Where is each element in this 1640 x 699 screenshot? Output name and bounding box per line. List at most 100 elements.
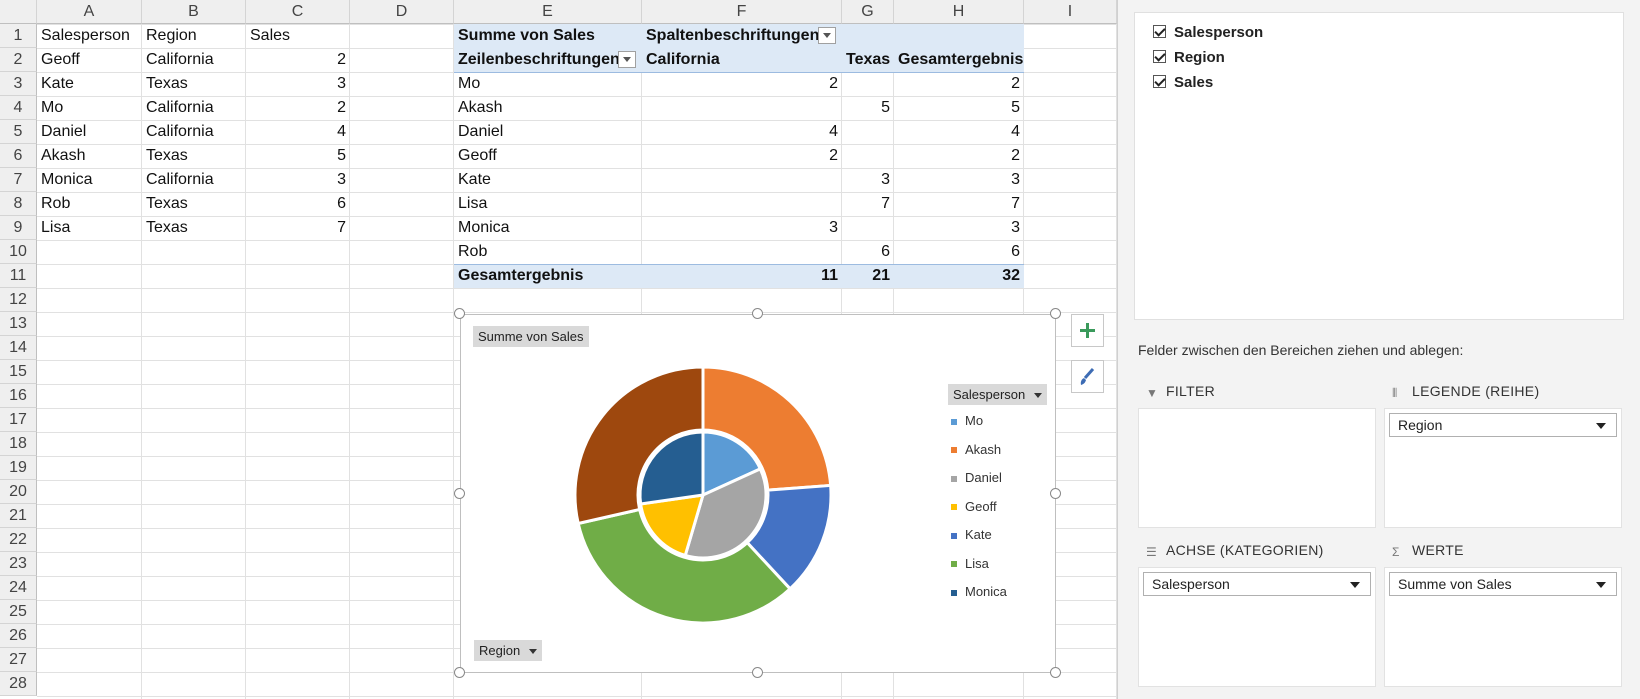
source-data-cell[interactable]: Geoff — [37, 48, 142, 72]
pivot-grand-total-cell[interactable]: 11 — [642, 264, 842, 288]
resize-handle[interactable] — [1050, 667, 1061, 678]
source-data-cell[interactable]: California — [142, 48, 246, 72]
source-data-cell[interactable]: 2 — [246, 48, 350, 72]
resize-handle[interactable] — [454, 667, 465, 678]
row-header-14[interactable]: 14 — [0, 336, 37, 360]
row-header-6[interactable]: 6 — [0, 144, 37, 168]
pivot-row-label[interactable]: Lisa — [454, 192, 642, 216]
column-header-f[interactable]: F — [642, 0, 842, 24]
resize-handle[interactable] — [1050, 487, 1061, 499]
axis-field-button[interactable]: Region — [474, 640, 543, 661]
axis-drop-zone[interactable]: Salesperson — [1138, 567, 1376, 687]
row-header-21[interactable]: 21 — [0, 504, 37, 528]
source-data-cell[interactable]: 6 — [246, 192, 350, 216]
source-data-cell[interactable]: Texas — [142, 216, 246, 240]
resize-handle[interactable] — [752, 308, 763, 319]
pivot-value-cell[interactable] — [842, 216, 894, 240]
values-drop-zone[interactable]: Summe von Sales — [1384, 567, 1622, 687]
pivot-grand-total-label[interactable]: Gesamtergebnis — [454, 264, 642, 288]
pivot-chart[interactable]: Summe von Sales Salesperson Mo Akash Danie… — [460, 314, 1056, 673]
row-header-23[interactable]: 23 — [0, 552, 37, 576]
row-header-17[interactable]: 17 — [0, 408, 37, 432]
source-data-cell[interactable]: Daniel — [37, 120, 142, 144]
column-filter-button[interactable] — [818, 27, 836, 44]
column-header-i[interactable]: I — [1024, 0, 1117, 24]
pivot-value-cell[interactable] — [842, 72, 894, 96]
source-data-cell[interactable]: Texas — [142, 72, 246, 96]
source-data-cell[interactable]: 4 — [246, 120, 350, 144]
chart-elements-button[interactable] — [1071, 314, 1104, 347]
row-header-18[interactable]: 18 — [0, 432, 37, 456]
row-header-10[interactable]: 10 — [0, 240, 37, 264]
source-data-cell[interactable]: 3 — [246, 72, 350, 96]
row-header-28[interactable]: 28 — [0, 672, 37, 696]
pivot-value-cell[interactable]: 7 — [842, 192, 894, 216]
row-header-19[interactable]: 19 — [0, 456, 37, 480]
pivot-value-cell[interactable]: 2 — [642, 72, 842, 96]
pivot-row-label[interactable]: Akash — [454, 96, 642, 120]
pivot-value-cell[interactable]: 5 — [894, 96, 1024, 120]
pivot-col-texas[interactable]: Texas — [842, 48, 894, 72]
pivot-value-cell[interactable]: 2 — [894, 72, 1024, 96]
row-header-25[interactable]: 25 — [0, 600, 37, 624]
row-header-24[interactable]: 24 — [0, 576, 37, 600]
pivot-row-label[interactable]: Geoff — [454, 144, 642, 168]
pivot-grand-total-cell[interactable]: 32 — [894, 264, 1024, 288]
checkbox-checked-icon[interactable] — [1153, 50, 1166, 63]
pivot-row-labels[interactable]: Zeilenbeschriftungen — [454, 48, 642, 72]
source-data-cell[interactable]: California — [142, 120, 246, 144]
values-sum-field[interactable]: Summe von Sales — [1389, 572, 1617, 596]
source-data-cell[interactable]: Monica — [37, 168, 142, 192]
row-header-27[interactable]: 27 — [0, 648, 37, 672]
row-header-3[interactable]: 3 — [0, 72, 37, 96]
field-sales[interactable]: Sales — [1153, 73, 1213, 93]
pivot-value-cell[interactable]: 7 — [894, 192, 1024, 216]
pivot-value-cell[interactable]: 5 — [842, 96, 894, 120]
resize-handle[interactable] — [454, 308, 465, 319]
pivot-value-cell[interactable] — [842, 120, 894, 144]
row-header-5[interactable]: 5 — [0, 120, 37, 144]
pivot-value-cell[interactable]: 2 — [894, 144, 1024, 168]
row-header-22[interactable]: 22 — [0, 528, 37, 552]
checkbox-checked-icon[interactable] — [1153, 25, 1166, 38]
source-data-cell[interactable]: 2 — [246, 96, 350, 120]
row-header-2[interactable]: 2 — [0, 48, 37, 72]
row-filter-button[interactable] — [618, 51, 636, 68]
pivot-value-cell[interactable]: 3 — [894, 168, 1024, 192]
column-header-a[interactable]: A — [37, 0, 142, 24]
source-data-cell[interactable]: Mo — [37, 96, 142, 120]
row-header-16[interactable]: 16 — [0, 384, 37, 408]
pivot-grand-total-cell[interactable]: 21 — [842, 264, 894, 288]
chart-styles-button[interactable] — [1071, 360, 1104, 393]
source-data-cell[interactable]: Texas — [142, 192, 246, 216]
pivot-col-total[interactable]: Gesamtergebnis — [894, 48, 1024, 72]
pivot-value-cell[interactable]: 4 — [642, 120, 842, 144]
row-header-4[interactable]: 4 — [0, 96, 37, 120]
source-data-cell[interactable]: California — [142, 96, 246, 120]
column-header-d[interactable]: D — [350, 0, 454, 24]
pivot-value-cell[interactable]: 3 — [842, 168, 894, 192]
spreadsheet[interactable]: A B C D E F G H I 1 2 3 4 5 6 7 8 9 10 11 12 13 14 15 16 17 18 19 20… — [0, 0, 1117, 699]
filter-drop-zone[interactable] — [1138, 408, 1376, 528]
row-header-12[interactable]: 12 — [0, 288, 37, 312]
row-header-1[interactable]: 1 — [0, 24, 37, 48]
source-data-cell[interactable]: Lisa — [37, 216, 142, 240]
legend-region-field[interactable]: Region — [1389, 413, 1617, 437]
pivot-value-cell[interactable]: 6 — [894, 240, 1024, 264]
source-data-cell[interactable]: Kate — [37, 72, 142, 96]
resize-handle[interactable] — [1050, 308, 1061, 319]
pivot-row-label[interactable]: Daniel — [454, 120, 642, 144]
source-data-cell[interactable]: 3 — [246, 168, 350, 192]
column-header-h[interactable]: H — [894, 0, 1024, 24]
source-data-cell[interactable]: 5 — [246, 144, 350, 168]
row-header-26[interactable]: 26 — [0, 624, 37, 648]
source-header-cell[interactable]: Region — [142, 24, 246, 48]
pivot-row-label[interactable]: Mo — [454, 72, 642, 96]
source-data-cell[interactable]: Rob — [37, 192, 142, 216]
pivot-value-cell[interactable] — [642, 168, 842, 192]
pivot-value-cell[interactable] — [642, 240, 842, 264]
source-data-cell[interactable]: Texas — [142, 144, 246, 168]
checkbox-checked-icon[interactable] — [1153, 75, 1166, 88]
row-header-8[interactable]: 8 — [0, 192, 37, 216]
row-header-9[interactable]: 9 — [0, 216, 37, 240]
